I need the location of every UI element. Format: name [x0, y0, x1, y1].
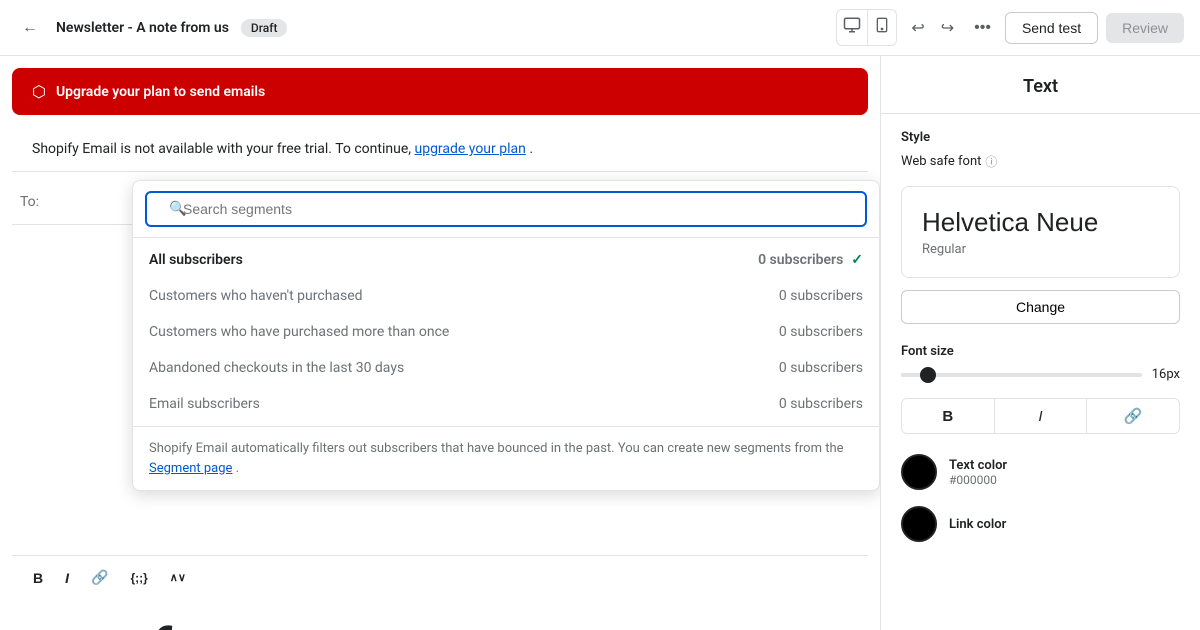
warning-icon: ⬡ [32, 82, 46, 101]
segment-count: 0 subscribers ✓ [758, 252, 863, 268]
emoji-button[interactable]: {;;} [121, 566, 156, 590]
web-safe-font-label: Web safe font [901, 154, 981, 169]
segment-footer: Shopify Email automatically filters out … [133, 426, 879, 490]
editor-toolbar: B I 🔗 {;;} ∧∨ [12, 555, 868, 599]
font-size-value: 16px [1152, 367, 1180, 382]
text-color-info: Text color #000000 [949, 458, 1007, 487]
segment-name: Customers who haven't purchased [149, 288, 363, 304]
undo-button[interactable]: ↩ [905, 12, 930, 44]
left-panel: ⬡ Upgrade your plan to send emails Shopi… [0, 56, 880, 630]
segment-page-link[interactable]: Segment page [149, 461, 232, 476]
segment-count: 0 subscribers [779, 396, 863, 412]
segment-dropdown: 🔍 All subscribers 0 subscribers ✓ [132, 180, 880, 491]
font-name-display: Helvetica Neue [922, 207, 1159, 238]
link-color-swatch[interactable] [901, 506, 937, 542]
list-item[interactable]: Abandoned checkouts in the last 30 days … [133, 350, 879, 386]
send-test-button[interactable]: Send test [1005, 12, 1098, 44]
draft-badge: Draft [241, 19, 288, 37]
right-panel-title: Text [881, 56, 1200, 114]
web-safe-font-row: Web safe font ⓘ [901, 153, 1180, 170]
font-size-slider: 16px [901, 367, 1180, 382]
font-display-box: Helvetica Neue Regular [901, 186, 1180, 278]
link-color-label: Link color [949, 517, 1006, 532]
format-buttons-group: B I 🔗 [901, 398, 1180, 434]
segment-name: All subscribers [149, 252, 243, 268]
segment-search-input[interactable] [145, 191, 867, 227]
upgrade-plan-link[interactable]: upgrade your plan [414, 141, 525, 157]
editor-text: note from us [36, 617, 325, 630]
text-color-hex: #000000 [949, 473, 1007, 487]
redo-button[interactable]: ↪ [935, 12, 960, 44]
desktop-icon [843, 16, 861, 34]
style-section-label: Style [901, 130, 1180, 145]
info-message-end: . [529, 141, 533, 157]
top-bar-left: ← Newsletter - A note from us Draft [16, 13, 287, 43]
search-box: 🔍 [133, 181, 879, 238]
list-item[interactable]: Email subscribers 0 subscribers [133, 386, 879, 422]
more-options-button[interactable]: ••• [968, 13, 997, 43]
to-label: To: [20, 194, 140, 210]
mobile-icon [874, 16, 890, 34]
right-panel-body: Style Web safe font ⓘ Helvetica Neue Reg… [881, 114, 1200, 574]
email-form: To: All subscribers (0) ▼ 🔍 [0, 180, 880, 630]
mobile-view-button[interactable] [868, 10, 896, 45]
info-text: Shopify Email is not available with your… [12, 127, 868, 172]
main-layout: ⬡ Upgrade your plan to send emails Shopi… [0, 56, 1200, 630]
text-bold-button[interactable]: B [902, 399, 995, 433]
editor-content[interactable]: note from us [12, 599, 868, 630]
info-icon[interactable]: ⓘ [985, 153, 997, 170]
to-dropdown-container: All subscribers (0) ▼ 🔍 [140, 194, 860, 210]
warning-text: Upgrade your plan to send emails [56, 84, 265, 100]
text-color-swatch[interactable] [901, 454, 937, 490]
link-color-row: Link color [901, 506, 1180, 542]
list-item[interactable]: All subscribers 0 subscribers ✓ [133, 242, 879, 278]
text-italic-button[interactable]: I [995, 399, 1088, 433]
text-link-button[interactable]: 🔗 [1087, 399, 1179, 433]
device-toggle [836, 9, 897, 46]
slider-track[interactable] [901, 373, 1142, 377]
desktop-view-button[interactable] [837, 10, 868, 45]
list-item[interactable]: Customers who have purchased more than o… [133, 314, 879, 350]
top-bar-right: ↩ ↪ ••• Send test Review [836, 9, 1184, 46]
font-style-display: Regular [922, 242, 1159, 257]
slider-thumb[interactable] [920, 367, 936, 383]
search-icon: 🔍 [169, 201, 186, 217]
segment-footer-text: Shopify Email automatically filters out … [149, 441, 844, 456]
link-color-info: Link color [949, 517, 1006, 532]
list-item[interactable]: Customers who haven't purchased 0 subscr… [133, 278, 879, 314]
more-format-button[interactable]: ∧∨ [161, 566, 195, 589]
undo-redo-group: ↩ ↪ [905, 12, 960, 44]
top-bar: ← Newsletter - A note from us Draft ↩ ↪ … [0, 0, 1200, 56]
to-row: To: All subscribers (0) ▼ 🔍 [12, 180, 868, 225]
text-color-row: Text color #000000 [901, 454, 1180, 490]
back-button[interactable]: ← [16, 13, 44, 43]
search-wrapper: 🔍 [145, 191, 867, 227]
segment-count: 0 subscribers [779, 360, 863, 376]
segment-name: Abandoned checkouts in the last 30 days [149, 360, 404, 376]
segment-name: Customers who have purchased more than o… [149, 324, 449, 340]
review-button[interactable]: Review [1106, 13, 1184, 43]
segment-count: 0 subscribers [779, 324, 863, 340]
page-title: Newsletter - A note from us [56, 20, 229, 36]
link-button[interactable]: 🔗 [82, 564, 117, 591]
segment-list: All subscribers 0 subscribers ✓ Customer… [133, 238, 879, 426]
editor-area: B I 🔗 {;;} ∧∨ note from us [12, 555, 868, 630]
segment-footer-end: . [236, 461, 239, 476]
bold-button[interactable]: B [24, 565, 52, 591]
change-font-button[interactable]: Change [901, 290, 1180, 324]
text-color-label: Text color [949, 458, 1007, 473]
segment-name: Email subscribers [149, 396, 260, 412]
right-panel: Text Style Web safe font ⓘ Helvetica Neu… [880, 56, 1200, 630]
segment-count: 0 subscribers [779, 288, 863, 304]
check-icon: ✓ [851, 252, 863, 268]
italic-button[interactable]: I [56, 565, 78, 591]
font-size-label: Font size [901, 344, 1180, 359]
upgrade-warning-banner: ⬡ Upgrade your plan to send emails [12, 68, 868, 115]
info-message: Shopify Email is not available with your… [32, 141, 411, 157]
